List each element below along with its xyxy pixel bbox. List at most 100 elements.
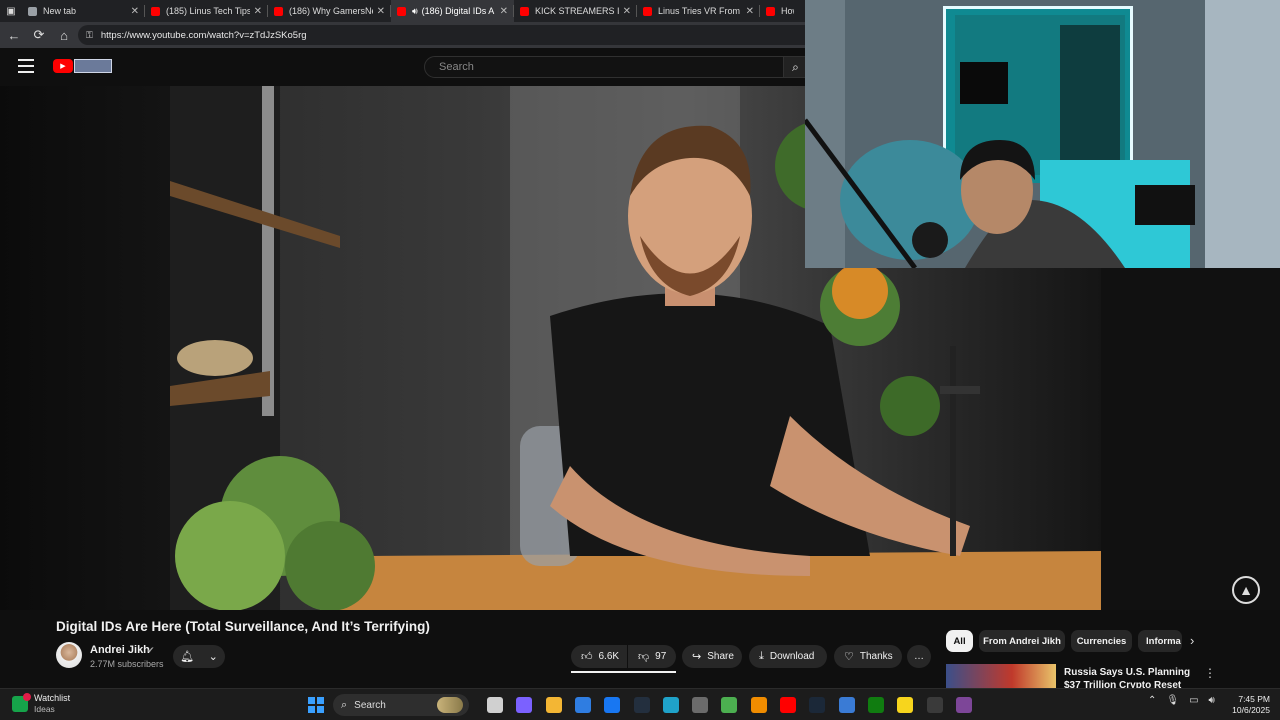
tab-label: KICK STREAMERS IN SC xyxy=(535,6,619,16)
network-icon[interactable]: ▭ xyxy=(1189,695,1198,706)
system-tray: ⌃ 🎙︎ ▭ 🔊︎ xyxy=(1148,695,1225,706)
clock[interactable]: 7:45 PM 10/6/2025 xyxy=(1224,694,1270,716)
thanks-label: Thanks xyxy=(859,651,893,662)
calculator-icon[interactable] xyxy=(692,697,709,713)
channel-name[interactable]: Andrei Jikh xyxy=(90,644,150,656)
back-icon[interactable]: ← xyxy=(3,24,25,46)
dislike-count: 97 xyxy=(655,651,667,662)
tab-close-icon[interactable]: ✕ xyxy=(254,6,262,17)
menu-icon[interactable] xyxy=(18,59,34,73)
download-button[interactable]: ⤓ Download xyxy=(749,645,827,668)
copilot-icon[interactable] xyxy=(516,697,533,713)
thanks-button[interactable]: ♡ Thanks xyxy=(834,645,902,668)
logo-image[interactable] xyxy=(74,59,112,73)
chip-currencies[interactable]: Currencies xyxy=(1071,630,1132,652)
reload-icon[interactable]: ⟳ xyxy=(28,24,50,46)
bell-icon: 🔔︎ xyxy=(180,651,195,663)
channel-watermark-icon[interactable]: ▲ xyxy=(1232,576,1260,604)
search-highlight-icon xyxy=(437,697,463,713)
address-bar[interactable]: ⚿ https://www.youtube.com/watch?v=zTdJzS… xyxy=(78,25,818,45)
chrome-icon[interactable] xyxy=(721,697,738,713)
taskbar: Watchlist Ideas ⌕ Search ⌃ 🎙︎ ▭ 🔊︎ 7:45 … xyxy=(0,688,1280,720)
file-explorer-icon[interactable] xyxy=(545,697,562,713)
video-letterbox-left xyxy=(0,86,170,610)
chip-from-channel[interactable]: From Andrei Jikh xyxy=(979,630,1065,652)
tab-audio-icon[interactable]: 🔊︎ xyxy=(412,6,418,17)
download-icon: ⤓ xyxy=(759,650,764,662)
window-menu-icon[interactable]: ▣ xyxy=(0,0,22,22)
amazon-icon[interactable] xyxy=(633,697,650,713)
tab-favicon-icon xyxy=(520,6,529,16)
youtube-logo-icon[interactable]: ▶ xyxy=(53,59,73,73)
notification-bell-button[interactable]: 🔔︎ ⌄ xyxy=(173,645,225,668)
tab-favicon-icon xyxy=(274,6,283,16)
browser-tab[interactable]: KICK STREAMERS IN SC ✕ xyxy=(514,0,637,22)
video-title: Digital IDs Are Here (Total Surveillance… xyxy=(56,619,430,634)
recommended-more-icon[interactable]: ⋮ xyxy=(1204,666,1216,680)
search-input[interactable]: Search xyxy=(424,56,784,78)
start-button[interactable] xyxy=(308,697,324,713)
chip-all[interactable]: All xyxy=(946,630,973,652)
taskbar-search[interactable]: ⌕ Search xyxy=(333,694,469,716)
search-icon: ⌕ xyxy=(792,59,799,74)
watchlist-widget[interactable]: Watchlist Ideas xyxy=(12,693,70,715)
chevron-up-icon[interactable]: ⌃ xyxy=(1148,695,1156,706)
recommended-thumbnail[interactable] xyxy=(946,664,1056,688)
tab-label: New tab xyxy=(43,6,77,16)
browser-tab[interactable]: New tab ✕ xyxy=(22,0,145,22)
share-label: Share xyxy=(707,651,734,662)
clock-time: 7:45 PM xyxy=(1238,694,1270,704)
microsoft-store-icon[interactable] xyxy=(574,697,591,713)
download-label: Download xyxy=(769,651,815,662)
dislike-button[interactable]: 👎︎ 97 xyxy=(628,645,676,668)
site-info-icon[interactable]: ⚿ xyxy=(86,30,93,41)
browser-tab[interactable]: Linus Tries VR From 19 ✕ xyxy=(637,0,760,22)
youtube-icon[interactable] xyxy=(780,697,796,713)
like-button[interactable]: 👍︎ 6.6K xyxy=(571,645,627,668)
browser-tab[interactable]: (186) Why GamersNex ✕ xyxy=(268,0,391,22)
webcam-scene xyxy=(805,0,1280,268)
settings-app-icon[interactable] xyxy=(838,697,855,713)
tab-label: How xyxy=(781,6,794,16)
search-placeholder: Search xyxy=(439,61,474,73)
taskbar-search-label: Search xyxy=(354,699,386,711)
sticky-notes-icon[interactable] xyxy=(897,697,914,713)
facebook-icon[interactable] xyxy=(604,697,621,713)
watchlist-title: Watchlist xyxy=(34,693,71,703)
chip-informational[interactable]: Informa xyxy=(1138,630,1182,652)
tab-close-icon[interactable]: ✕ xyxy=(131,6,139,17)
tab-favicon-icon xyxy=(151,6,160,16)
url-text: https://www.youtube.com/watch?v=zTdJzSKo… xyxy=(100,29,307,41)
chevron-down-icon: ⌄ xyxy=(208,651,218,663)
tor-browser-icon[interactable] xyxy=(955,697,972,713)
thumbs-up-icon: 👍︎ xyxy=(581,651,593,663)
browser-tab[interactable]: (185) Linus Tech Tips - ✕ xyxy=(145,0,268,22)
notification-badge xyxy=(23,693,31,701)
volume-icon[interactable]: 🔊︎ xyxy=(1209,695,1215,706)
tab-close-icon[interactable]: ✕ xyxy=(500,6,508,17)
chevron-right-icon[interactable]: › xyxy=(1190,633,1194,648)
task-view-icon[interactable] xyxy=(487,697,503,713)
share-button[interactable]: ↪ Share xyxy=(682,645,742,668)
xbox-icon[interactable] xyxy=(867,697,884,713)
obs-icon[interactable] xyxy=(926,697,943,713)
channel-avatar[interactable] xyxy=(56,642,82,668)
browser-tab[interactable]: 🔊︎ (186) Digital IDs A ✕ xyxy=(391,0,514,22)
subscriber-count: 2.77M subscribers xyxy=(90,659,164,669)
vlc-icon[interactable] xyxy=(750,697,767,713)
tab-label: Linus Tries VR From 19 xyxy=(658,6,742,16)
edge-icon[interactable] xyxy=(662,697,679,713)
more-icon: … xyxy=(914,651,924,662)
thanks-icon: ♡ xyxy=(844,651,854,663)
tab-favicon-icon xyxy=(766,6,775,16)
watchlist-subtitle: Ideas xyxy=(34,704,55,714)
tab-close-icon[interactable]: ✕ xyxy=(746,6,754,17)
steam-icon[interactable] xyxy=(809,697,826,713)
microphone-icon[interactable]: 🎙︎ xyxy=(1166,695,1179,706)
more-actions-button[interactable]: … xyxy=(907,645,931,668)
tab-close-icon[interactable]: ✕ xyxy=(623,6,631,17)
browser-tab[interactable]: How xyxy=(760,0,800,22)
like-ratio-bar xyxy=(571,671,676,673)
tab-close-icon[interactable]: ✕ xyxy=(377,6,385,17)
home-icon[interactable]: ⌂ xyxy=(53,24,75,46)
